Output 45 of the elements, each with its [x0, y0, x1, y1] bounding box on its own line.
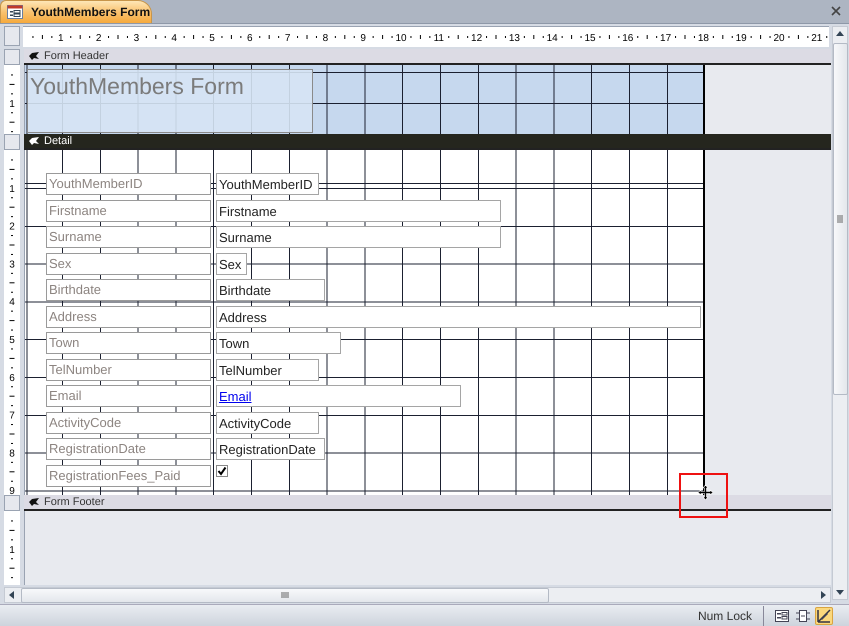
view-button[interactable]: [815, 606, 833, 624]
field-label[interactable]: Town: [46, 332, 211, 354]
section-title: Form Footer: [44, 496, 105, 508]
vertical-ruler: 1 2 3 4 5 6 7 8 9: [4, 150, 20, 495]
field-label[interactable]: RegistrationDate: [46, 438, 211, 460]
text-box[interactable]: Address: [216, 306, 701, 328]
field-label[interactable]: Firstname: [46, 200, 211, 222]
text-box[interactable]: YouthMemberID: [216, 173, 319, 195]
section-arrow-icon: [29, 136, 39, 146]
document-tab[interactable]: YouthMembers Form: [0, 0, 152, 23]
form-icon: [7, 5, 23, 19]
field-label[interactable]: RegistrationFees_Paid: [46, 464, 211, 486]
horizontal-ruler: 1 2 3 4 5 6 7 8 9 10 11 12 13 14 15 16 17 18 19 20 21: [23, 26, 829, 47]
field-label[interactable]: Address: [46, 306, 211, 328]
section-arrow-icon: [29, 498, 39, 506]
section-bar[interactable]: Detail: [24, 134, 831, 150]
section-title: Detail: [44, 135, 72, 147]
scrollbar-thumb[interactable]: [21, 588, 549, 602]
text-box[interactable]: Surname: [216, 226, 501, 248]
field-label[interactable]: ActivityCode: [46, 412, 211, 434]
text-box[interactable]: ActivityCode: [216, 412, 319, 434]
status-text: Num Lock: [698, 608, 752, 622]
section-bar[interactable]: Form Header: [24, 49, 831, 65]
close-icon[interactable]: [831, 6, 841, 16]
text-box[interactable]: Birthdate: [216, 279, 325, 301]
text-box[interactable]: Town: [216, 332, 341, 354]
text-box[interactable]: TelNumber: [216, 358, 319, 380]
highlight-rectangle: [679, 473, 728, 518]
section-arrow-icon: [29, 52, 39, 60]
field-label[interactable]: Sex: [46, 252, 211, 274]
field-label[interactable]: TelNumber: [46, 358, 211, 380]
field-label[interactable]: Email: [46, 385, 211, 407]
vertical-ruler: 1: [4, 65, 20, 134]
text-box[interactable]: Sex: [216, 252, 247, 274]
section-title: Form Header: [44, 50, 109, 62]
scrollbar-thumb[interactable]: [832, 43, 848, 395]
field-label[interactable]: Surname: [46, 226, 211, 248]
text-box[interactable]: RegistrationDate: [216, 438, 325, 460]
field-label[interactable]: Birthdate: [46, 279, 211, 301]
checkbox[interactable]: [216, 464, 228, 476]
text-box[interactable]: Firstname: [216, 200, 501, 222]
field-label[interactable]: YouthMemberID: [46, 173, 211, 195]
vertical-ruler: 1: [4, 511, 20, 585]
hyperlink-box[interactable]: Email: [216, 385, 461, 407]
section-bar[interactable]: Form Footer: [24, 495, 831, 511]
